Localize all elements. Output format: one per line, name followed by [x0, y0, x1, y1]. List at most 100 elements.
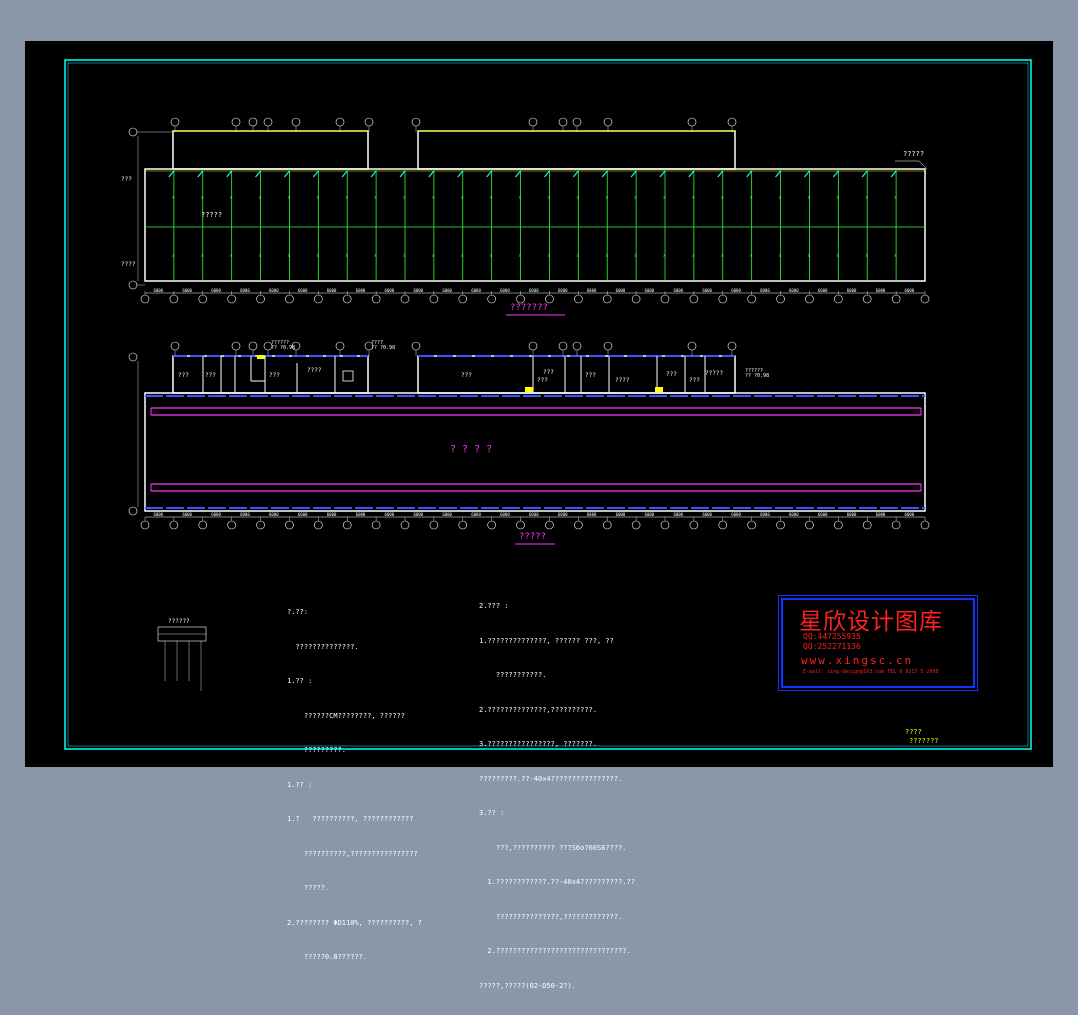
bay-dimension: 6000 [645, 512, 655, 517]
lightning-arrester-mark [890, 170, 897, 178]
note-line: 1.?? : [287, 780, 313, 789]
top-right-tag: ????? [903, 150, 925, 158]
lightning-arrester-mark [832, 170, 839, 178]
grid-tick: x [316, 195, 319, 201]
stamp-website: www.xingsc.cn [801, 654, 914, 667]
note-line: ???,?????????? ???S6o?60S6????. [479, 843, 627, 852]
room-label: ??? [269, 372, 280, 379]
grid-tick: x [345, 195, 348, 201]
room-label: ????? [705, 370, 724, 377]
bay-dimension: 6000 [587, 512, 597, 517]
plan2-caption: ????? [519, 532, 547, 542]
axis-bubble [631, 294, 641, 304]
plan1-axis-bubbles: 6000 6000 6000 6000 6000 6000 6000 6000 6000 6000… [140, 288, 930, 304]
bay-dimension: 6000 [847, 512, 857, 517]
axis-bubble [727, 341, 737, 351]
lightning-arrester-mark [803, 170, 810, 178]
axis-bubble [411, 117, 421, 127]
bay-dimension: 6000 [731, 288, 741, 293]
lightning-arrester-mark [457, 170, 464, 178]
axis-bubble [231, 117, 241, 127]
grid-tick: x [692, 253, 695, 259]
axis-bubble [689, 520, 699, 530]
grid-tick: x [490, 253, 493, 259]
room-label: ??? [178, 372, 189, 379]
grid-tick: x [634, 195, 637, 201]
plan1-caption: ??????? [510, 303, 548, 313]
grid-tick: x [490, 195, 493, 201]
axis-bubble [574, 520, 583, 530]
axis-bubble [528, 117, 538, 127]
note-line: ???????????. [479, 671, 547, 679]
bay-dimension: 6000 [182, 288, 192, 293]
axis-bubble [429, 294, 439, 304]
stamp-title: 星欣设计图库 [799, 609, 943, 635]
lightning-arrester-mark [543, 170, 550, 178]
plan1-top-axis-bubbles [170, 117, 737, 132]
axis-bubble [718, 520, 728, 530]
grid-tick: x [374, 195, 377, 201]
axis-bubble [342, 520, 352, 530]
bay-dimension: 6000 [327, 512, 337, 517]
grid-tick: x [345, 253, 348, 259]
note-line: ?????????.??-40x4????????????????. [479, 774, 623, 783]
plan-1: x x x x x x x x x x x x x x x x x x x x x x x x x x x x x x x x x x x x x x x x… [128, 117, 930, 316]
plan2-center-label: ? ? ? ? [450, 444, 493, 455]
bay-dimension: 6000 [153, 288, 163, 293]
note-line: ??????????,???????????????? [287, 849, 418, 858]
bay-dimension: 6000 [500, 512, 510, 517]
axis-bubble [314, 294, 323, 304]
lightning-arrester-mark [283, 170, 290, 178]
bay-dimension: 6000 [153, 512, 163, 517]
grid-tick: x [807, 195, 810, 201]
grid-tick: x [721, 253, 724, 259]
bay-dimension: 6000 [760, 512, 770, 517]
stamp-qq1: QQ:447255935 [803, 632, 861, 641]
axis-bubble [834, 520, 843, 530]
axis-bubble [342, 294, 352, 304]
grid-tick: x [721, 195, 724, 201]
lightning-arrester-mark [168, 170, 175, 178]
lightning-arrester-mark [630, 170, 637, 178]
axis-bubble [528, 341, 538, 351]
bay-dimension: 6000 [298, 512, 308, 517]
grid-tick: x [230, 195, 233, 201]
axis-bubble [314, 520, 323, 530]
grid-tick: x [634, 253, 637, 259]
grid-tick: x [287, 253, 290, 259]
note-line: 2.???????????????????????????????. [479, 947, 631, 955]
watermark-stamp: 星欣设计图库 QQ:447255935 QQ:252271136 www.xin… [778, 595, 978, 691]
room-label: ??? [585, 372, 596, 379]
axis-bubble [256, 294, 265, 304]
bay-dimension: 6000 [616, 512, 626, 517]
bay-dimension: 6000 [356, 512, 366, 517]
grid-tick: x [432, 253, 435, 259]
plan1-annex-left [172, 130, 369, 170]
bay-dimension: 6000 [673, 512, 683, 517]
room-label: ??? [461, 372, 472, 379]
grid-tick: x [519, 253, 522, 259]
bay-dimension: 6000 [385, 512, 395, 517]
bay-dimension: 6000 [327, 288, 337, 293]
bay-dimension: 6000 [529, 512, 539, 517]
axis-bubble [227, 294, 236, 304]
axis-bubble [263, 117, 273, 127]
axis-bubble [248, 117, 258, 127]
bay-dimension: 6000 [240, 512, 250, 517]
bay-dimension: 6000 [413, 288, 423, 293]
bay-dimension: 6000 [240, 288, 250, 293]
note-line: 1.??????????????, ?????? ???, ?? [479, 636, 614, 645]
axis-bubble [727, 117, 737, 127]
grid-tick: x [316, 253, 319, 259]
stamp-footer: E-mail: xing-design@163.com TEL 0 8117 5… [803, 669, 939, 675]
axis-bubble [862, 520, 872, 530]
grid-tick: x [547, 253, 550, 259]
axis-bubble [602, 294, 612, 304]
lightning-arrester-mark [601, 170, 608, 178]
note-line: 3.????????????????, ???????. [479, 740, 598, 748]
legend-table [157, 626, 207, 691]
grid-tick: x [461, 195, 464, 201]
axis-bubble [687, 117, 697, 127]
room-label: ??? [537, 377, 548, 384]
bay-dimension: 6000 [645, 288, 655, 293]
